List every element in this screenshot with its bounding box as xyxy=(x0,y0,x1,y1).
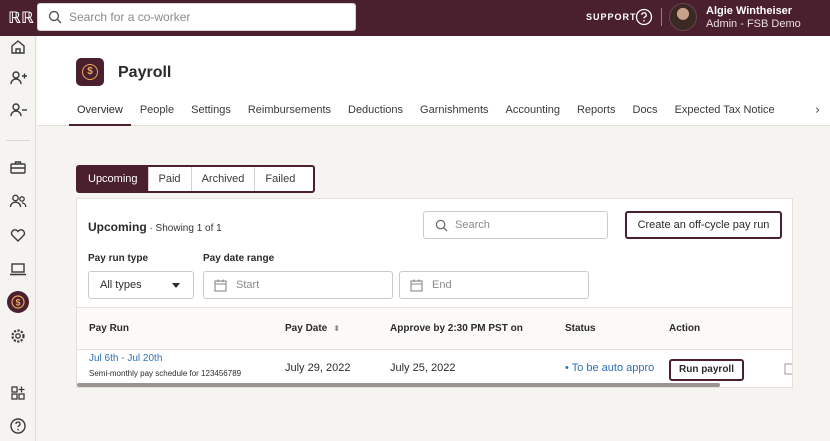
table-header: Pay Run Pay Date ⬍ Approve by 2:30 PM PST… xyxy=(77,307,792,350)
dollar-icon: $ xyxy=(82,64,98,80)
apps-icon xyxy=(11,386,25,400)
col-pay-date-label: Pay Date xyxy=(285,323,328,334)
sidebar-item-apps[interactable] xyxy=(7,382,29,404)
people-icon xyxy=(9,194,27,208)
col-status[interactable]: Status xyxy=(565,323,596,334)
briefcase-icon xyxy=(10,161,26,174)
payroll-app-icon: $ xyxy=(76,58,104,86)
segment-paid[interactable]: Paid xyxy=(149,167,192,191)
segment-upcoming[interactable]: Upcoming xyxy=(78,167,149,191)
svg-text:$: $ xyxy=(15,298,20,308)
pay-schedule-text: Semi-monthly pay schedule for 123456789 xyxy=(89,369,242,378)
user-role: Admin - FSB Demo xyxy=(706,18,801,30)
segment-archived[interactable]: Archived xyxy=(192,167,256,191)
pay-date-cell: July 29, 2022 xyxy=(285,362,351,374)
col-action: Action xyxy=(669,323,701,334)
pay-run-type-value: All types xyxy=(100,279,142,291)
sort-icon[interactable]: ⬍ xyxy=(333,324,340,333)
remove-person-icon xyxy=(10,103,27,117)
segment-failed[interactable]: Failed xyxy=(255,167,305,191)
search-icon xyxy=(48,10,62,24)
start-date-input[interactable]: Start xyxy=(203,271,393,299)
sidebar-item-help[interactable] xyxy=(7,415,29,437)
support-link[interactable]: SUPPORT xyxy=(586,12,637,22)
page-title: Payroll xyxy=(118,64,172,81)
start-date-placeholder: Start xyxy=(236,279,260,291)
create-offcycle-button[interactable]: Create an off-cycle pay run xyxy=(625,211,782,239)
caret-down-icon xyxy=(172,283,180,288)
top-bar: ℝℝ SUPPORT Algie Wintheiser Admin - FSB … xyxy=(0,0,830,36)
tab-garnishments[interactable]: Garnishments xyxy=(420,104,488,126)
sidebar-item-briefcase[interactable] xyxy=(7,156,29,178)
col-pay-run[interactable]: Pay Run xyxy=(89,323,129,334)
help-icon[interactable] xyxy=(635,8,653,26)
sidebar-item-add-person[interactable] xyxy=(7,67,29,89)
tab-deductions[interactable]: Deductions xyxy=(348,104,403,126)
tab-reimbursements[interactable]: Reimbursements xyxy=(248,104,331,126)
page-header: $ Payroll Overview People Settings Reimb… xyxy=(37,36,830,126)
col-pay-date[interactable]: Pay Date ⬍ xyxy=(285,323,340,334)
user-name[interactable]: Algie Wintheiser xyxy=(706,5,792,17)
end-date-placeholder: End xyxy=(432,279,452,291)
coworker-search-input[interactable] xyxy=(69,4,349,30)
home-icon xyxy=(11,40,25,54)
sidebar: $ xyxy=(0,36,36,441)
approve-by-cell: July 25, 2022 xyxy=(390,362,456,374)
showing-count: · Showing 1 of 1 xyxy=(146,223,222,234)
pay-run-type-select[interactable]: All types xyxy=(88,271,194,299)
help-icon xyxy=(10,418,26,434)
add-person-icon xyxy=(10,71,27,85)
payrun-filter-segment: Upcoming Paid Archived Failed xyxy=(76,165,315,193)
table-row: Jul 6th - Jul 20th Semi-monthly pay sche… xyxy=(77,350,793,386)
sidebar-item-home[interactable] xyxy=(7,36,29,58)
pay-date-range-label: Pay date range xyxy=(203,253,275,264)
chevron-right-icon[interactable]: › xyxy=(815,103,820,118)
payrun-search[interactable] xyxy=(423,211,608,239)
tab-bar: Overview People Settings Reimbursements … xyxy=(69,104,792,126)
heart-icon xyxy=(10,229,26,242)
document-icon[interactable] xyxy=(783,363,793,375)
app-logo[interactable]: ℝℝ xyxy=(8,8,34,28)
col-approve-by[interactable]: Approve by 2:30 PM PST on xyxy=(390,323,523,334)
user-avatar[interactable] xyxy=(669,3,697,31)
tab-accounting[interactable]: Accounting xyxy=(506,104,560,126)
end-date-input[interactable]: End xyxy=(399,271,589,299)
card-title-label: Upcoming xyxy=(88,220,147,234)
tab-reports[interactable]: Reports xyxy=(577,104,616,126)
calendar-icon xyxy=(214,279,227,292)
laptop-icon xyxy=(10,263,26,276)
horizontal-scrollbar[interactable] xyxy=(77,383,720,387)
tab-settings[interactable]: Settings xyxy=(191,104,231,126)
sidebar-item-remove-person[interactable] xyxy=(7,99,29,121)
coworker-search[interactable] xyxy=(37,3,356,31)
card-title: Upcoming · Showing 1 of 1 xyxy=(88,220,222,234)
tab-docs[interactable]: Docs xyxy=(633,104,658,126)
sidebar-item-people[interactable] xyxy=(7,190,29,212)
tab-people[interactable]: People xyxy=(140,104,174,126)
sidebar-item-benefits[interactable] xyxy=(7,224,29,246)
calendar-icon xyxy=(410,279,423,292)
status-badge: • To be auto appro xyxy=(565,362,655,374)
pay-run-link[interactable]: Jul 6th - Jul 20th xyxy=(89,353,241,364)
upcoming-payruns-card: Upcoming · Showing 1 of 1 Create an off-… xyxy=(76,198,793,388)
tab-overview[interactable]: Overview xyxy=(69,104,131,126)
search-icon xyxy=(435,219,448,232)
sidebar-item-payroll[interactable]: $ xyxy=(7,291,29,313)
pay-run-cell: Jul 6th - Jul 20th Semi-monthly pay sche… xyxy=(89,353,241,378)
gear-icon xyxy=(11,329,25,343)
sidebar-item-settings[interactable] xyxy=(7,325,29,347)
run-payroll-button[interactable]: Run payroll xyxy=(669,359,744,381)
topbar-divider xyxy=(661,8,662,26)
sidebar-item-devices[interactable] xyxy=(7,258,29,280)
sidebar-divider xyxy=(6,140,30,141)
pay-run-type-label: Pay run type xyxy=(88,253,149,264)
tab-expected-tax-notice[interactable]: Expected Tax Notice xyxy=(675,104,775,126)
payrun-search-input[interactable] xyxy=(455,213,605,237)
dollar-icon: $ xyxy=(11,295,25,309)
